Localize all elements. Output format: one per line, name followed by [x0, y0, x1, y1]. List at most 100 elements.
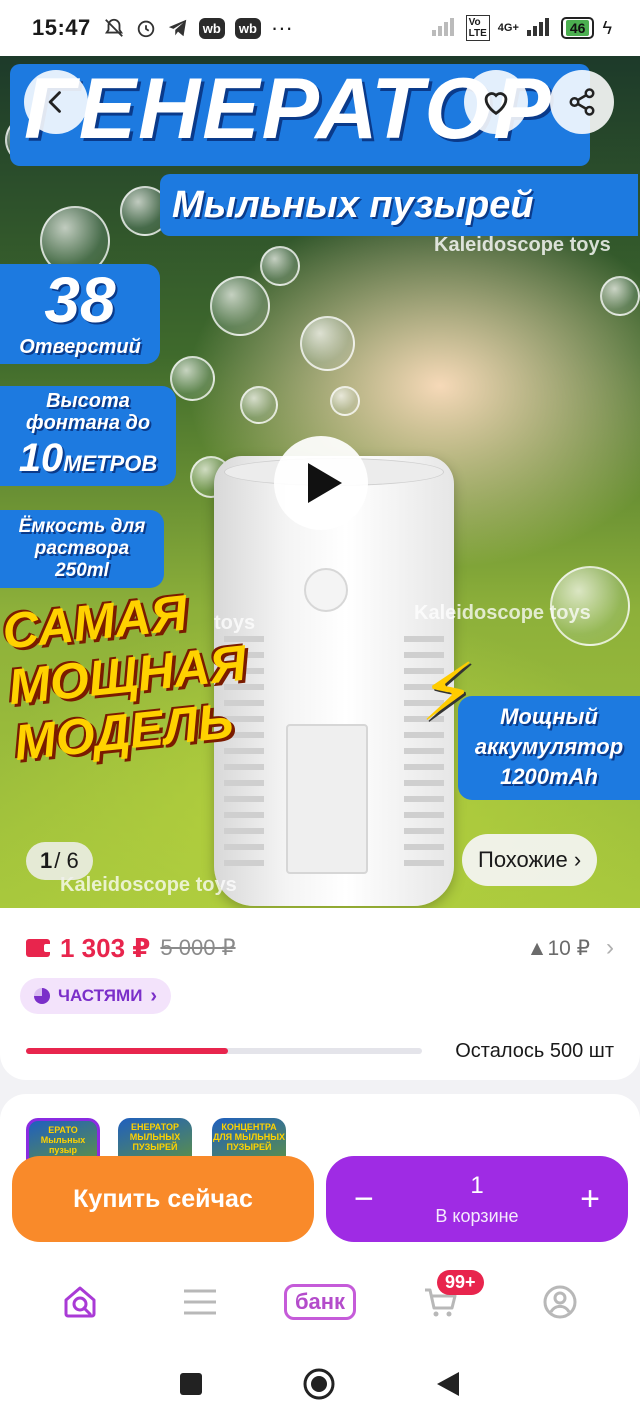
back-button[interactable] — [24, 70, 88, 134]
alarm-icon — [135, 17, 157, 39]
decrease-quantity-button[interactable]: − — [354, 1182, 374, 1216]
wb-app-icon-2: wb — [234, 17, 261, 39]
similar-products-button[interactable]: Похожие › — [462, 834, 598, 886]
height-line-1: Высота — [46, 390, 130, 412]
signal-weak-icon — [431, 17, 458, 39]
nav-home-search[interactable] — [45, 1272, 115, 1332]
capacity-badge: Ёмкость для раствора 250ml — [0, 510, 164, 588]
watermark: Kaleidoscope toys — [60, 874, 237, 896]
stock-progress-fill — [26, 1048, 228, 1054]
bubble-decoration — [330, 386, 360, 416]
system-indicators: Vo LTE 4G+ 46 ϟ — [431, 15, 612, 41]
nav-bank[interactable]: банк — [283, 1272, 357, 1332]
signal-icon — [526, 17, 553, 39]
capacity-line-1: Ёмкость для — [18, 516, 146, 537]
share-icon — [569, 88, 595, 116]
back-system-button[interactable] — [435, 1370, 461, 1403]
bubble-decoration — [240, 386, 278, 424]
stock-remaining: Осталось 500 шт — [455, 1039, 614, 1062]
watermark: toys — [214, 612, 256, 634]
more-notifications-icon: ··· — [270, 15, 293, 40]
battery-level: 46 — [565, 20, 590, 36]
brand-label: Kaleidoscope toys — [434, 234, 611, 256]
battery-line-1: Мощный — [500, 704, 598, 729]
bubble-decoration — [600, 276, 640, 316]
bubble-decoration — [300, 316, 355, 371]
telegram-icon — [167, 17, 189, 39]
price-card: 1 303 ₽ 5 000 ₽ ▲10 ₽ › ЧАСТЯМИ › Остало… — [0, 908, 640, 1080]
in-cart-label: В корзине — [435, 1205, 519, 1226]
image-counter-current: 1 — [40, 848, 53, 873]
buy-now-button[interactable]: Купить сейчас — [12, 1156, 314, 1242]
variant-thumbnail-text: КОНЦЕНТРА ДЛЯ МЫЛЬНЫХ ПУЗЫРЕЙ — [212, 1122, 286, 1152]
installment-label: ЧАСТЯМИ — [58, 986, 143, 1005]
stock-progress-bar — [26, 1048, 422, 1054]
capacity-line-3: 250ml — [55, 560, 109, 581]
triangle-back-icon — [436, 1371, 459, 1396]
height-unit: МЕТРОВ — [63, 451, 158, 476]
height-badge: Высота фонтана до 10МЕТРОВ — [0, 386, 176, 486]
profile-icon — [543, 1285, 577, 1319]
recent-apps-button[interactable] — [179, 1372, 203, 1401]
play-video-button[interactable] — [274, 436, 368, 530]
quantity-value: 1 — [470, 1171, 484, 1199]
volte-icon: Vo LTE — [465, 15, 490, 41]
installment-button[interactable]: ЧАСТЯМИ › — [20, 978, 172, 1014]
image-counter: 1 / 6 — [26, 842, 93, 880]
most-powerful-label: САМАЯ МОЩНАЯ МОДЕЛЬ — [0, 581, 249, 771]
menu-icon — [184, 1289, 216, 1315]
charging-icon: ϟ — [602, 17, 612, 38]
price-rise: ▲10 ₽ — [526, 936, 590, 960]
price-history-link[interactable]: ▲10 ₽ › — [527, 934, 614, 962]
nav-cart[interactable]: 99+ — [405, 1270, 484, 1332]
device-battery-door — [286, 724, 368, 874]
wb-app-icon: wb — [198, 17, 225, 39]
nav-profile[interactable] — [525, 1272, 595, 1332]
bell-off-icon — [103, 17, 125, 39]
circle-icon — [303, 1368, 335, 1399]
battery-badge: Мощный аккумулятор 1200mAh — [458, 696, 640, 800]
image-counter-total: / 6 — [54, 848, 79, 873]
back-arrow-icon — [48, 91, 61, 113]
increase-quantity-button[interactable]: + — [580, 1182, 600, 1216]
pie-chart-icon — [34, 988, 50, 1004]
clock: 15:47 — [32, 15, 91, 40]
bubble-decoration — [260, 246, 300, 286]
stock-indicator: Осталось 500 шт — [26, 1036, 614, 1066]
notification-icons: wb wb ··· — [103, 15, 293, 41]
variant-thumbnail-text: ЕРАТО Мыльных пузыр — [40, 1125, 86, 1155]
banner-subtitle: Мыльных пузырей — [160, 174, 638, 236]
chevron-right-icon: › — [606, 934, 614, 961]
bank-label: банк — [283, 1284, 357, 1320]
cart-quantity-control: − 1 В корзине + — [326, 1156, 628, 1242]
play-icon — [308, 463, 342, 503]
home-button[interactable] — [302, 1367, 336, 1406]
status-bar: 15:47 wb wb ··· Vo LTE 4G+ 46 ϟ — [0, 0, 640, 56]
cart-count-badge: 99+ — [437, 1270, 484, 1295]
bubble-decoration — [210, 276, 270, 336]
home-search-icon — [64, 1286, 96, 1318]
holes-badge: 38 Отверстий — [0, 264, 160, 364]
device-button — [304, 568, 348, 612]
holes-number: 38 — [44, 264, 116, 336]
nav-catalog[interactable] — [165, 1272, 235, 1332]
favorite-button[interactable] — [464, 70, 528, 134]
wallet-icon — [26, 939, 52, 957]
battery-line-2: аккумулятор — [474, 734, 624, 759]
cart-quantity[interactable]: 1 В корзине — [435, 1172, 518, 1227]
price-row: 1 303 ₽ 5 000 ₽ ▲10 ₽ › — [26, 932, 614, 964]
product-image-carousel[interactable]: ГЕНЕРАТОР Мыльных пузырей Kaleidoscope t… — [0, 56, 640, 908]
watermark: Kaleidoscope toys — [414, 602, 591, 624]
system-navigation-bar — [0, 1350, 640, 1422]
variant-thumbnail-text: ЕНЕРАТОР МЫЛЬНЫХ ПУЗЫРЕЙ — [129, 1122, 181, 1152]
chevron-right-icon: › — [150, 984, 158, 1007]
square-icon — [180, 1372, 203, 1395]
height-value: 10 — [18, 436, 64, 480]
holes-label: Отверстий — [19, 336, 141, 358]
network-type: 4G+ — [497, 22, 519, 34]
share-button[interactable] — [550, 70, 614, 134]
height-line-2: фонтана до — [25, 412, 151, 434]
battery-icon: 46 — [560, 17, 595, 39]
heart-icon — [484, 92, 508, 116]
bottom-navigation: банк 99+ — [0, 1254, 640, 1350]
